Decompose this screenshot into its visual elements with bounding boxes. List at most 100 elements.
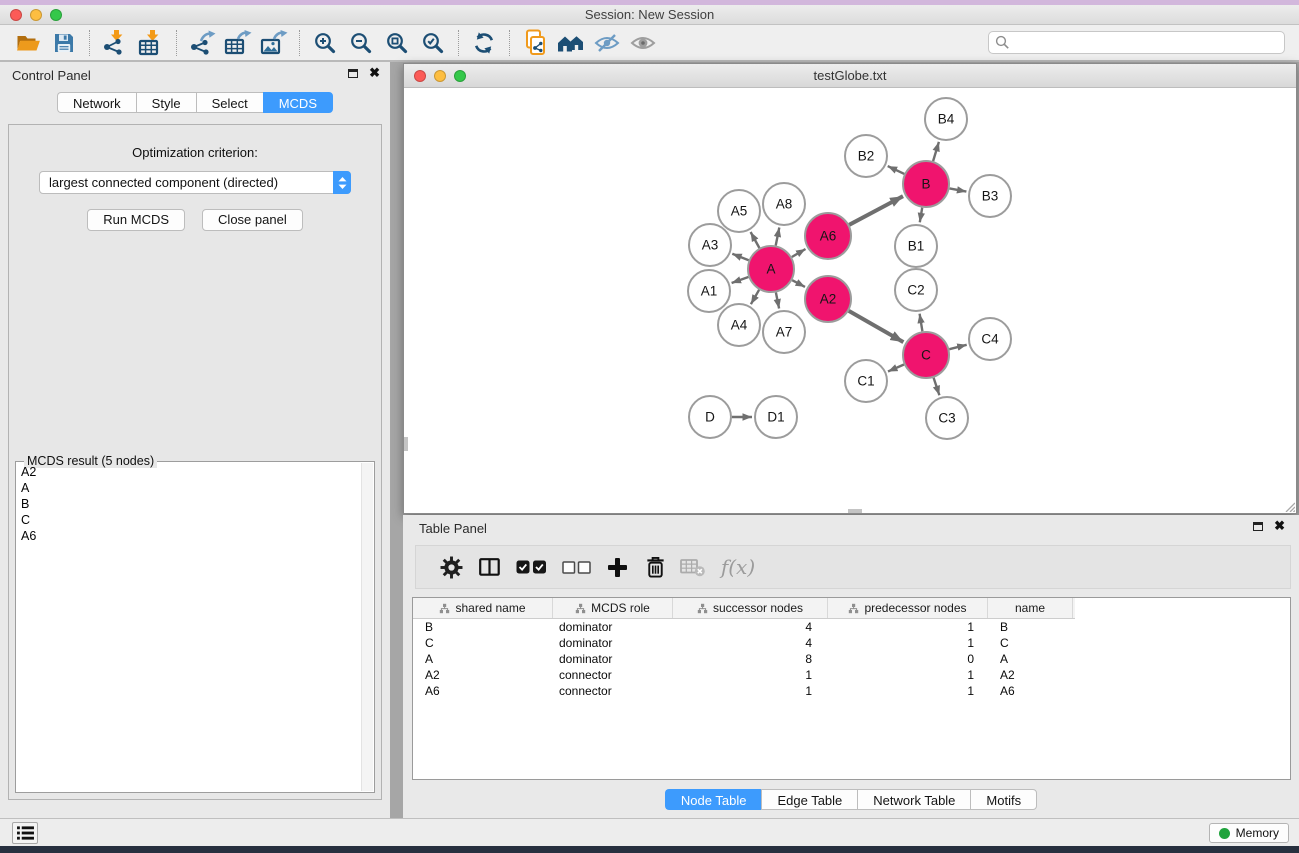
save-session-button[interactable] [46, 27, 82, 59]
column-header-successor-nodes[interactable]: successor nodes [673, 598, 828, 618]
edge-B-B4[interactable] [933, 142, 939, 161]
search-icon [995, 35, 1010, 50]
column-header-mcds-role[interactable]: MCDS role [553, 598, 673, 618]
export-table-button[interactable] [220, 27, 256, 59]
edge-A-A5[interactable] [751, 232, 760, 248]
close-panel-button[interactable]: Close panel [202, 209, 303, 231]
tab-style[interactable]: Style [136, 92, 196, 113]
column-header-predecessor-nodes[interactable]: predecessor nodes [828, 598, 988, 618]
edge-A-A7[interactable] [776, 293, 779, 309]
edge-C-C2[interactable] [920, 314, 923, 332]
edge-A2-C[interactable] [849, 311, 904, 342]
network-zoom-button[interactable] [454, 70, 466, 82]
zoom-out-button[interactable] [343, 27, 379, 59]
zoom-fit-icon [385, 31, 409, 55]
edge-A-A2[interactable] [792, 280, 805, 287]
result-item-a[interactable]: A [18, 480, 360, 496]
memory-button[interactable]: Memory [1209, 823, 1289, 843]
import-network-button[interactable] [97, 27, 133, 59]
tab-mcds[interactable]: MCDS [263, 92, 333, 113]
table-cell: dominator [553, 635, 673, 651]
edge-A-A8[interactable] [776, 228, 780, 246]
edge-B-B2[interactable] [888, 166, 905, 174]
zoom-fit-button[interactable] [379, 27, 415, 59]
edge-A-A6[interactable] [792, 249, 806, 257]
import-table-button[interactable] [133, 27, 169, 59]
table-panel-tabs: Node TableEdge TableNetwork TableMotifs [403, 789, 1299, 810]
table-row[interactable]: Bdominator41B [413, 619, 1290, 635]
edge-C-C3[interactable] [934, 378, 940, 395]
table-panel: Table Panel ✖ [403, 515, 1299, 818]
table-cell: A2 [988, 667, 1073, 683]
float-table-panel-icon[interactable] [1253, 522, 1263, 531]
run-mcds-button[interactable]: Run MCDS [87, 209, 185, 231]
result-item-b[interactable]: B [18, 496, 360, 512]
column-header-shared-name[interactable]: shared name [413, 598, 553, 618]
network-canvas[interactable]: B4B2BB3A5A8A6B1A3AA1C2A2A4A7C4CC1DD1C3 [404, 88, 1296, 513]
table-row[interactable]: A6connector11A6 [413, 683, 1290, 699]
table-row[interactable]: Adominator80A [413, 651, 1290, 667]
edge-A-A4[interactable] [751, 290, 759, 304]
edge-B-B3[interactable] [950, 188, 967, 191]
hide-panel-button[interactable] [589, 27, 625, 59]
zoom-in-button[interactable] [307, 27, 343, 59]
network-horizontal-scrollbar[interactable] [848, 509, 862, 513]
zoom-window-button[interactable] [50, 9, 62, 21]
close-table-panel-icon[interactable]: ✖ [1274, 521, 1285, 531]
edge-A-A3[interactable] [732, 254, 748, 260]
resize-grip-icon[interactable] [1283, 500, 1295, 512]
edge-B-B1[interactable] [920, 208, 922, 223]
network-minimize-button[interactable] [434, 70, 446, 82]
table-cell: connector [553, 683, 673, 699]
table-settings-button[interactable] [432, 549, 470, 585]
open-session-button[interactable] [10, 27, 46, 59]
result-scrollbar[interactable] [361, 463, 373, 791]
close-panel-icon[interactable]: ✖ [369, 68, 380, 78]
edge-A-A1[interactable] [732, 277, 749, 283]
tab-network-table[interactable]: Network Table [857, 789, 970, 810]
tab-edge-table[interactable]: Edge Table [761, 789, 857, 810]
show-panel-button[interactable] [625, 27, 661, 59]
tab-motifs[interactable]: Motifs [970, 789, 1037, 810]
create-column-button[interactable] [598, 549, 636, 585]
optimization-criterion-select[interactable]: largest connected component (directed) [39, 171, 351, 194]
select-all-columns-button[interactable] [508, 549, 554, 585]
edge-A6-B[interactable] [849, 196, 903, 225]
export-network-button[interactable] [184, 27, 220, 59]
clone-network-button[interactable] [517, 27, 553, 59]
show-columns-button[interactable] [470, 549, 508, 585]
mcds-tab-content: Optimization criterion: largest connecte… [8, 124, 382, 800]
unselect-all-columns-button[interactable] [554, 549, 598, 585]
tab-network[interactable]: Network [57, 92, 136, 113]
table-cell: 1 [673, 683, 828, 699]
zoom-selected-button[interactable] [415, 27, 451, 59]
network-close-button[interactable] [414, 70, 426, 82]
node-label-D: D [705, 410, 715, 425]
network-vertical-scrollbar[interactable] [404, 437, 408, 451]
minimize-window-button[interactable] [30, 9, 42, 21]
table-cell: A [413, 651, 553, 667]
table-row[interactable]: Cdominator41C [413, 635, 1290, 651]
close-window-button[interactable] [10, 9, 22, 21]
result-item-a2[interactable]: A2 [18, 464, 360, 480]
delete-columns-button[interactable] [636, 549, 674, 585]
float-panel-icon[interactable] [348, 69, 358, 78]
refresh-icon [472, 31, 496, 55]
show-panels-list-button[interactable] [12, 822, 38, 844]
column-header-name[interactable]: name [988, 598, 1073, 618]
table-cell: 4 [673, 619, 828, 635]
table-row[interactable]: A2connector11A2 [413, 667, 1290, 683]
home-button[interactable] [553, 27, 589, 59]
refresh-button[interactable] [466, 27, 502, 59]
result-item-a6[interactable]: A6 [18, 528, 360, 544]
edge-C-C1[interactable] [888, 365, 904, 372]
export-image-button[interactable] [256, 27, 292, 59]
tab-node-table[interactable]: Node Table [665, 789, 762, 810]
delete-table-button[interactable] [674, 549, 712, 585]
edge-C-C4[interactable] [949, 345, 966, 349]
tab-select[interactable]: Select [196, 92, 263, 113]
window-title: Session: New Session [0, 5, 1299, 25]
result-item-c[interactable]: C [18, 512, 360, 528]
search-input[interactable] [1010, 36, 1278, 50]
function-builder-button[interactable]: f(x) [712, 549, 764, 585]
